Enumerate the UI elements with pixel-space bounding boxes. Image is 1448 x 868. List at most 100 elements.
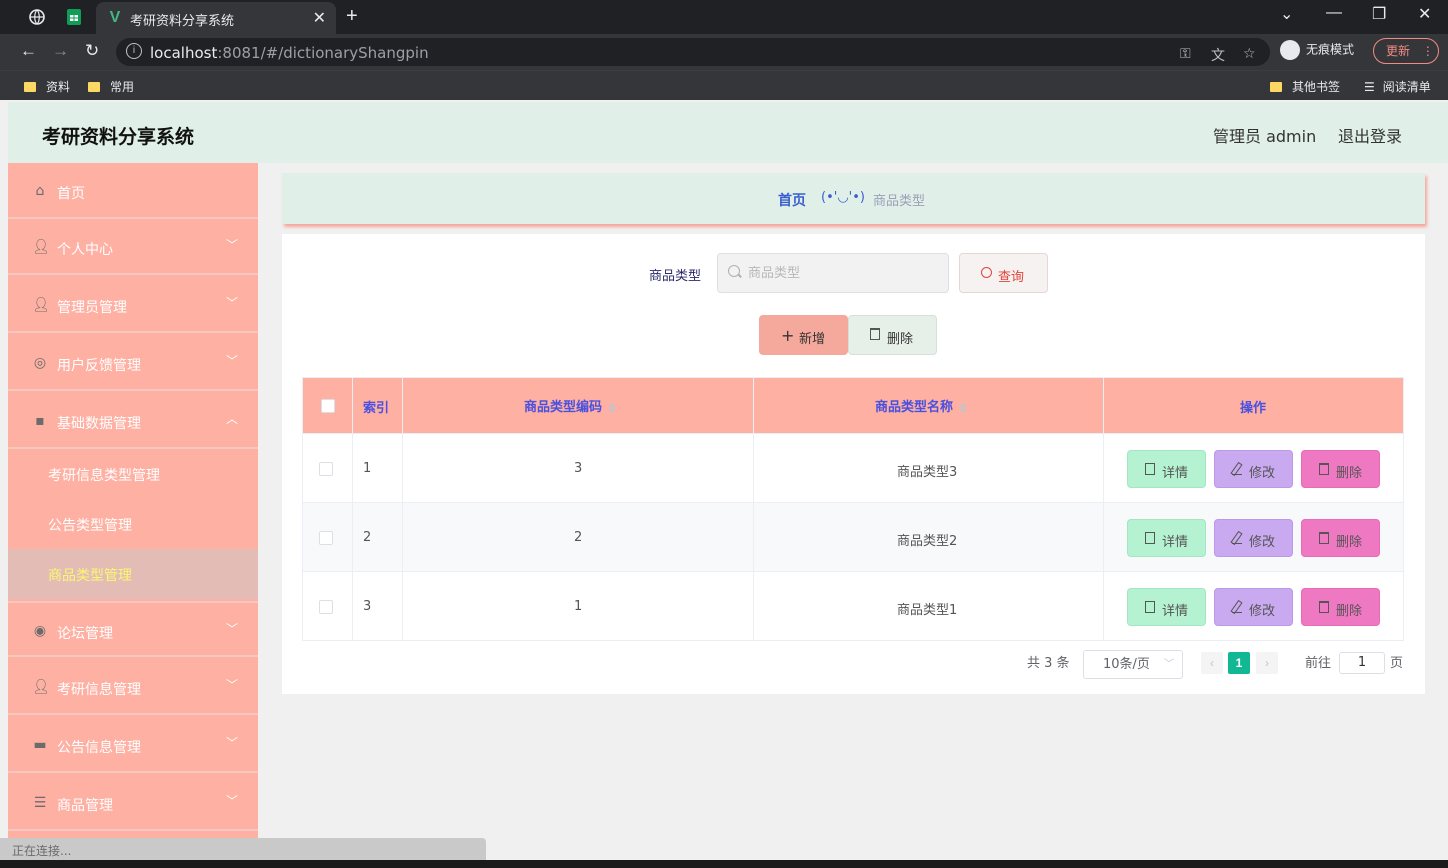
close-window-icon[interactable]: ✕ xyxy=(1418,4,1431,24)
row-checkbox[interactable] xyxy=(319,600,333,614)
compass-icon: ◎ xyxy=(33,355,47,371)
edit-label: 修改 xyxy=(1249,466,1276,481)
name-value: 商品类型1 xyxy=(897,603,958,618)
trash-icon xyxy=(1319,532,1329,544)
page-size-select[interactable]: 10条/页 ﹀ xyxy=(1083,650,1183,679)
bookmark-label: 常用 xyxy=(110,80,135,94)
bookmark-folder-1[interactable]: 资料 xyxy=(24,78,70,95)
reading-list-label: 阅读清单 xyxy=(1382,80,1431,94)
column-header-code[interactable]: 商品类型编码 xyxy=(403,378,754,433)
sidebar-item-notices[interactable]: ▬ 公告信息管理 ﹀ xyxy=(8,717,258,773)
chevron-down-icon: ﹀ xyxy=(225,354,238,368)
table-row: 2 2 商品类型2 详情 修改 删除 xyxy=(303,502,1403,571)
row-checkbox[interactable] xyxy=(319,462,333,476)
reload-icon[interactable]: ↻ xyxy=(85,41,99,61)
bookmarks-bar: 资料 常用 其他书签 ☰ 阅读清单 xyxy=(0,70,1448,100)
back-icon[interactable]: ← xyxy=(20,41,37,61)
bulk-delete-button[interactable]: 删除 xyxy=(848,315,937,355)
trash-icon xyxy=(1319,463,1329,475)
prev-page-button[interactable]: ‹ xyxy=(1201,652,1223,674)
row-checkbox[interactable] xyxy=(319,531,333,545)
remove-button[interactable]: 删除 xyxy=(1301,450,1380,488)
edit-button[interactable]: 修改 xyxy=(1214,588,1293,626)
select-all-checkbox[interactable] xyxy=(321,399,335,413)
breadcrumb: 首页 (•'◡'•) 商品类型 xyxy=(282,173,1425,224)
app-brand: 考研资料分享系统 xyxy=(42,126,195,148)
sidebar-item-basic-data[interactable]: ▪ 基础数据管理 ︿ xyxy=(8,393,258,449)
star-icon[interactable]: ☆ xyxy=(1243,45,1256,62)
restore-icon[interactable]: ❐ xyxy=(1372,4,1386,24)
translate-icon[interactable]: 文 xyxy=(1211,45,1225,65)
vue-logo-icon: V xyxy=(109,9,121,26)
sheets-icon[interactable] xyxy=(66,8,84,26)
sidebar-item-forum[interactable]: ◉ 论坛管理 ﹀ xyxy=(8,601,258,657)
goto-label: 前往 xyxy=(1305,656,1332,671)
sidebar-item-admins[interactable]: 👤︎ 管理员管理 ﹀ xyxy=(8,277,258,333)
sidebar-item-home[interactable]: ⌂ 首页 xyxy=(8,163,258,219)
breadcrumb-home[interactable]: 首页 xyxy=(778,190,806,210)
pagination-total: 共 3 条 xyxy=(1027,656,1070,671)
detail-button[interactable]: 详情 xyxy=(1127,519,1206,557)
tab-search-icon[interactable]: ⌄ xyxy=(1280,4,1293,24)
globe-icon[interactable] xyxy=(28,8,46,26)
sidebar: ⌂ 首页 👤︎ 个人中心 ﹀ 👤︎ 管理员管理 ﹀ ◎ 用户反馈管理 ﹀ ▪ 基… xyxy=(8,163,258,868)
next-page-button[interactable]: › xyxy=(1256,652,1278,674)
submenu-item-exam-info-type[interactable]: 考研信息类型管理 xyxy=(8,449,258,499)
bookmark-folder-2[interactable]: 常用 xyxy=(88,78,134,95)
column-header-index: 索引 xyxy=(353,378,403,433)
add-label: 新增 xyxy=(799,332,826,347)
goto-page-input[interactable]: 1 xyxy=(1339,652,1385,674)
sort-icon[interactable] xyxy=(608,403,616,413)
incognito-indicator[interactable]: 无痕模式 xyxy=(1280,40,1354,60)
submenu-item-notice-type[interactable]: 公告类型管理 xyxy=(8,499,258,549)
folder-icon xyxy=(88,82,100,92)
other-bookmarks[interactable]: 其他书签 xyxy=(1270,78,1340,95)
page-number-current[interactable]: 1 xyxy=(1228,652,1250,674)
code-cell: 2 xyxy=(403,503,754,571)
add-button[interactable]: + 新增 xyxy=(759,315,848,355)
sort-icon[interactable] xyxy=(959,403,967,413)
sidebar-item-products[interactable]: ☰ 商品管理 ﹀ xyxy=(8,775,258,831)
tab-active[interactable]: V 考研资料分享系统 ✕ xyxy=(96,2,336,34)
url-text[interactable]: localhost:8081/#/dictionaryShangpin xyxy=(150,44,429,62)
sidebar-item-exam-info[interactable]: 👤︎ 考研信息管理 ﹀ xyxy=(8,659,258,715)
edit-icon xyxy=(1232,463,1242,475)
info-icon[interactable]: i xyxy=(126,43,142,59)
remove-button[interactable]: 删除 xyxy=(1301,519,1380,557)
update-label: 更新 xyxy=(1386,44,1411,58)
minimize-icon[interactable]: — xyxy=(1326,4,1342,22)
column-header-name[interactable]: 商品类型名称 xyxy=(754,378,1104,433)
logout-link[interactable]: 退出登录 xyxy=(1338,123,1402,147)
query-button[interactable]: 查询 xyxy=(959,253,1048,293)
taskbar xyxy=(0,860,1448,868)
detail-button[interactable]: 详情 xyxy=(1127,450,1206,488)
reading-list[interactable]: ☰ 阅读清单 xyxy=(1364,78,1431,95)
detail-button[interactable]: 详情 xyxy=(1127,588,1206,626)
remove-button[interactable]: 删除 xyxy=(1301,588,1380,626)
chevron-down-icon: ﹀ xyxy=(225,678,238,692)
incognito-icon xyxy=(1280,40,1300,60)
omnibox[interactable]: i localhost:8081/#/dictionaryShangpin ⚿ … xyxy=(116,38,1270,66)
chat-icon: ▪ xyxy=(35,413,45,429)
index-cell: 3 xyxy=(353,572,403,640)
bookmark-label: 资料 xyxy=(46,80,71,94)
more-vert-icon: ⋮ xyxy=(1421,44,1434,58)
row-select-cell xyxy=(303,572,353,640)
forward-icon[interactable]: → xyxy=(52,41,69,61)
sidebar-item-label: 个人中心 xyxy=(57,242,113,258)
new-tab-icon[interactable]: + xyxy=(346,5,358,28)
submenu-label: 公告类型管理 xyxy=(48,518,132,534)
header-label: 操作 xyxy=(1240,401,1267,416)
monitor-icon: ▬ xyxy=(33,737,47,753)
edit-button[interactable]: 修改 xyxy=(1214,519,1293,557)
submenu-item-product-type[interactable]: 商品类型管理 xyxy=(8,549,258,599)
index-value: 3 xyxy=(363,599,372,614)
edit-button[interactable]: 修改 xyxy=(1214,450,1293,488)
sidebar-item-feedback[interactable]: ◎ 用户反馈管理 ﹀ xyxy=(8,335,258,391)
key-icon[interactable]: ⚿ xyxy=(1180,45,1191,62)
close-tab-icon[interactable]: ✕ xyxy=(313,8,326,28)
search-icon xyxy=(728,265,740,277)
update-button[interactable]: 更新 ⋮ xyxy=(1373,38,1439,64)
sidebar-item-profile[interactable]: 👤︎ 个人中心 ﹀ xyxy=(8,219,258,275)
search-input[interactable] xyxy=(717,253,949,293)
